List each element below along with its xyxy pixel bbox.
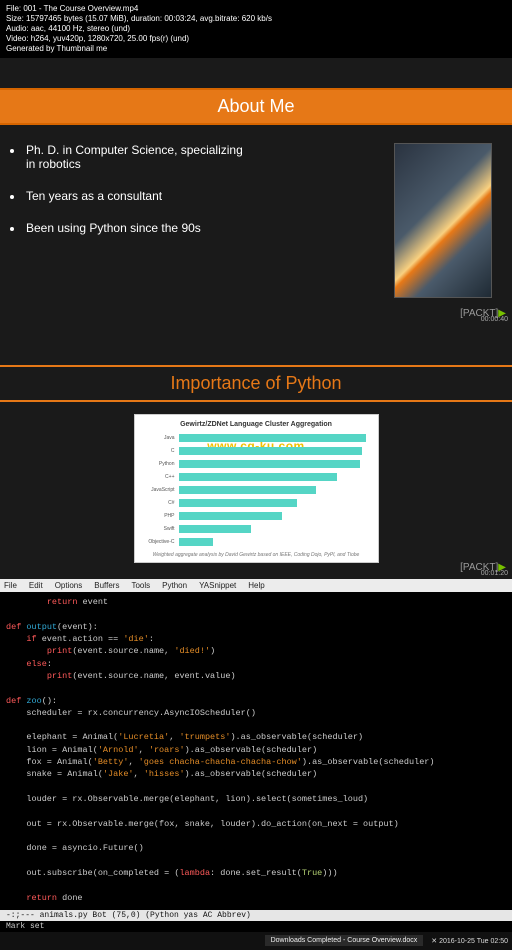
chart-footnote: Weighted aggregate analysis by David Gew… xyxy=(143,552,370,558)
chart-bar-fill xyxy=(179,460,360,468)
chart-bar-row: Objective-C xyxy=(143,538,370,546)
chart-bar-row: Python xyxy=(143,460,370,468)
chart-bar-fill xyxy=(179,473,338,481)
chart-bar-fill xyxy=(179,525,252,533)
chart-bar-label: Objective-C xyxy=(143,539,179,545)
chart-bar-fill xyxy=(179,538,213,546)
bullet-item: Ten years as a consultant xyxy=(24,189,394,203)
menu-buffers[interactable]: Buffers xyxy=(94,581,119,590)
meta-file: File: 001 - The Course Overview.mp4 xyxy=(6,4,506,14)
speaker-photo xyxy=(394,143,492,298)
editor-minibuffer[interactable]: Mark set xyxy=(0,921,512,932)
chart-bar-fill xyxy=(179,486,317,494)
editor-status-line: -:;--- animals.py Bot (75,0) (Python yas… xyxy=(0,910,512,921)
chart-bar-row: JavaScript xyxy=(143,486,370,494)
menu-help[interactable]: Help xyxy=(248,581,264,590)
language-chart: Gewirtz/ZDNet Language Cluster Aggregati… xyxy=(134,414,379,563)
meta-size: Size: 15797465 bytes (15.07 MiB), durati… xyxy=(6,14,506,24)
slide2-timestamp: 00:01:20 xyxy=(481,570,508,577)
slide1-timestamp: 00:00:40 xyxy=(481,316,508,323)
slide1-title: About Me xyxy=(0,88,512,125)
taskbar[interactable]: Downloads Completed - Course Overview.do… xyxy=(0,932,512,950)
slide-about-me: About Me Ph. D. in Computer Science, spe… xyxy=(0,88,512,325)
chart-bar-label: C# xyxy=(143,500,179,506)
chart-title: Gewirtz/ZDNet Language Cluster Aggregati… xyxy=(143,421,370,428)
chart-bar-label: Java xyxy=(143,435,179,441)
menu-python[interactable]: Python xyxy=(162,581,187,590)
video-metadata: File: 001 - The Course Overview.mp4 Size… xyxy=(0,0,512,58)
chart-bar-fill xyxy=(179,499,297,507)
download-notification[interactable]: Downloads Completed - Course Overview.do… xyxy=(265,935,424,946)
chart-bar-label: JavaScript xyxy=(143,487,179,493)
bullet-item: Ph. D. in Computer Science, specializing… xyxy=(24,143,254,171)
chart-bar-row: C# xyxy=(143,499,370,507)
meta-video: Video: h264, yuv420p, 1280x720, 25.00 fp… xyxy=(6,34,506,44)
menu-edit[interactable]: Edit xyxy=(29,581,43,590)
editor-menubar[interactable]: File Edit Options Buffers Tools Python Y… xyxy=(0,579,512,592)
chart-bar-label: Swift xyxy=(143,526,179,532)
chart-bar-fill xyxy=(179,434,366,442)
menu-file[interactable]: File xyxy=(4,581,17,590)
chart-bar-label: Python xyxy=(143,461,179,467)
slide2-title: Importance of Python xyxy=(0,365,512,402)
chart-bar-label: C xyxy=(143,448,179,454)
menu-tools[interactable]: Tools xyxy=(131,581,150,590)
chart-bar-row: C xyxy=(143,447,370,455)
chart-bar-row: C++ xyxy=(143,473,370,481)
chart-bar-fill xyxy=(179,447,362,455)
chart-bar-row: Java xyxy=(143,434,370,442)
chart-bar-row: Swift xyxy=(143,525,370,533)
chart-bar-fill xyxy=(179,512,282,520)
chart-bar-row: PHP xyxy=(143,512,370,520)
bullet-item: Been using Python since the 90s xyxy=(24,221,394,235)
menu-options[interactable]: Options xyxy=(55,581,83,590)
menu-yasnippet[interactable]: YASnippet xyxy=(199,581,236,590)
code-editor[interactable]: return event def output(event): if event… xyxy=(0,592,512,910)
chart-bar-label: C++ xyxy=(143,474,179,480)
slide1-bullets: Ph. D. in Computer Science, specializing… xyxy=(14,143,394,315)
chart-bar-label: PHP xyxy=(143,513,179,519)
meta-gen: Generated by Thumbnail me xyxy=(6,44,506,54)
taskbar-clock[interactable]: ✕ 2016-10-25 Tue 02:50 xyxy=(431,937,508,945)
slide-importance-python: Importance of Python Gewirtz/ZDNet Langu… xyxy=(0,365,512,579)
meta-audio: Audio: aac, 44100 Hz, stereo (und) xyxy=(6,24,506,34)
